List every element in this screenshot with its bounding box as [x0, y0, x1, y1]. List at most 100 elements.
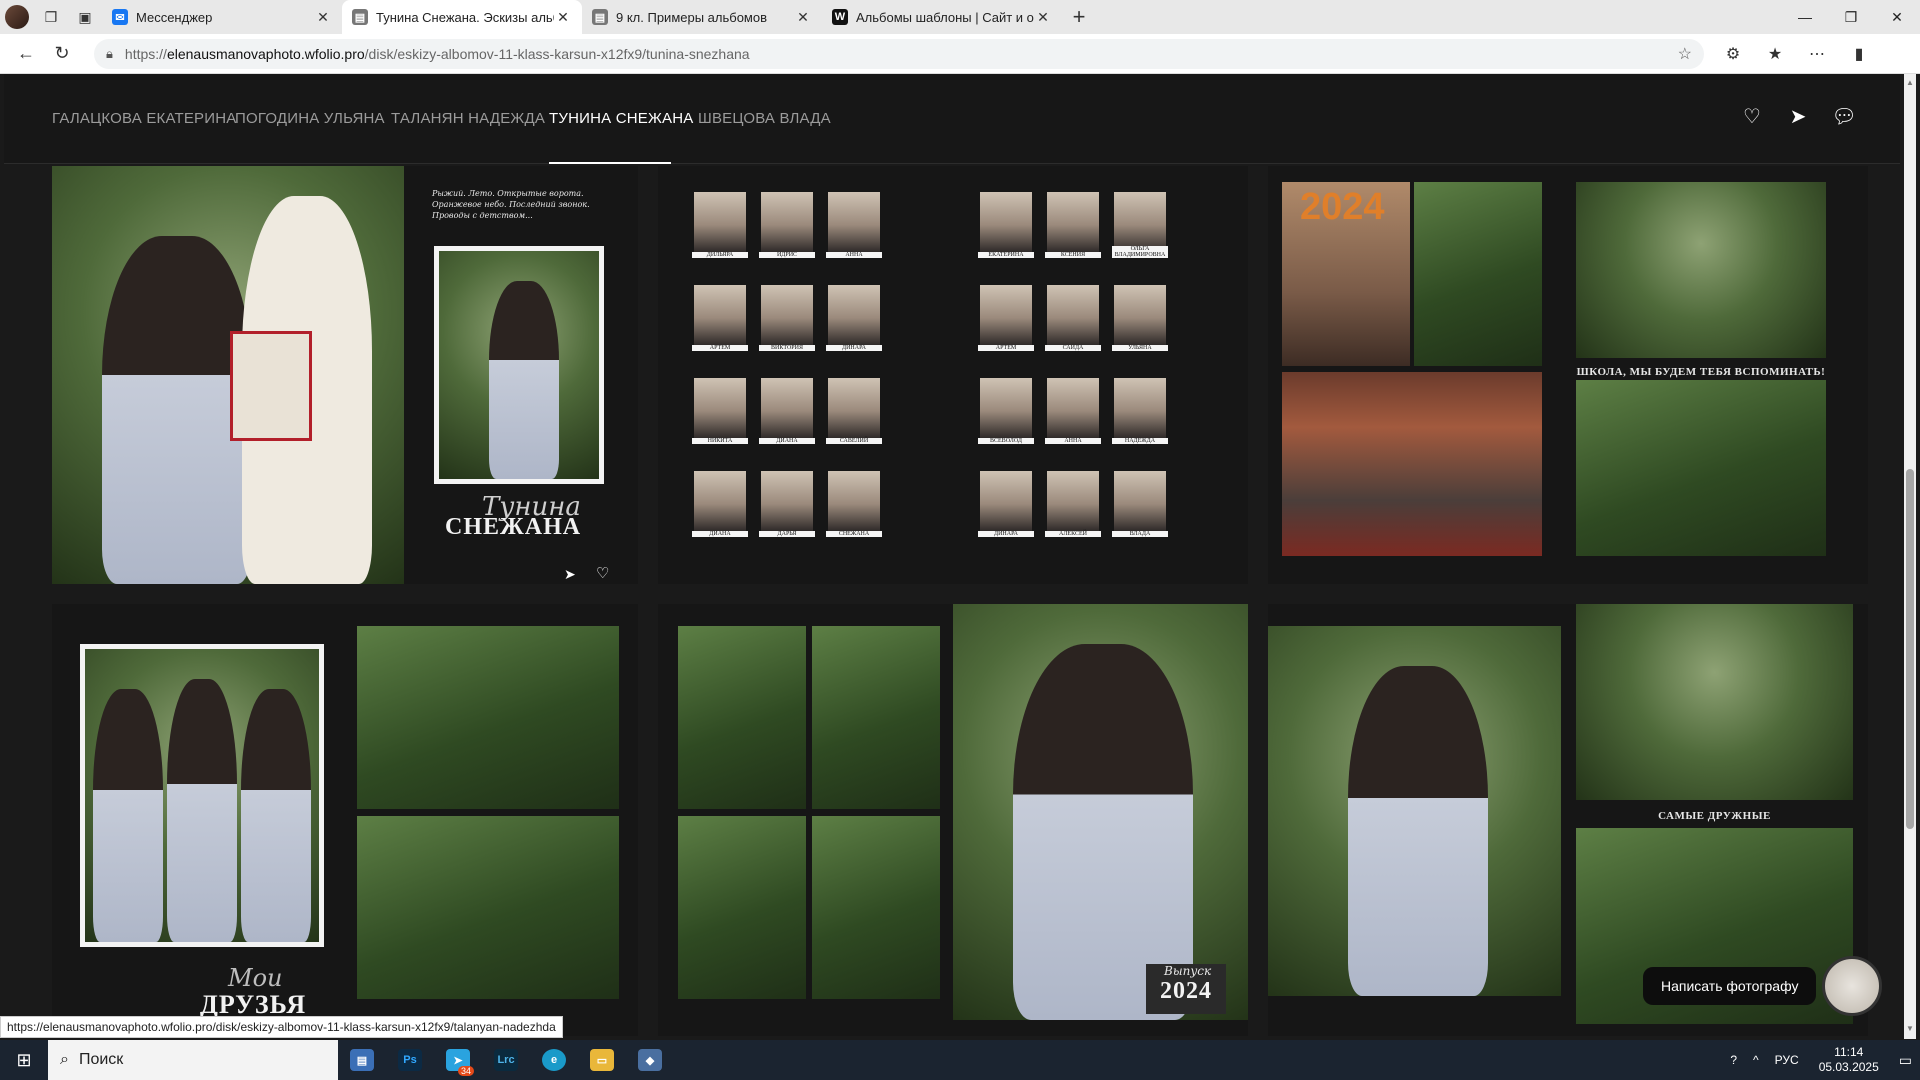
avatar: [5, 5, 29, 29]
student-name: КСЕНИЯ: [1045, 252, 1101, 258]
page-icon: ▤: [592, 9, 608, 25]
student-portrait: САВЕЛИЙ: [826, 378, 882, 444]
close-icon[interactable]: ✕: [1034, 9, 1052, 26]
student-portrait: АЛЕКСЕЙ: [1045, 471, 1101, 537]
tab-examples[interactable]: ▤ 9 кл. Примеры альбомов ✕: [582, 0, 822, 34]
student-name: ДИЛЬЯРА: [692, 252, 748, 258]
student-name: НАДЕЖДА: [1112, 438, 1168, 444]
help-icon[interactable]: ?: [1722, 1053, 1745, 1067]
photoshop-icon[interactable]: Ps: [386, 1040, 434, 1080]
w-logo-icon: W: [832, 9, 848, 25]
close-icon[interactable]: ✕: [314, 9, 332, 26]
student-portrait: ВИКТОРИЯ: [759, 285, 815, 351]
year-badge: Выпуск 2024: [1146, 964, 1226, 1014]
send-icon[interactable]: ➤: [1786, 104, 1810, 128]
new-tab-button[interactable]: +: [1062, 4, 1096, 30]
start-button[interactable]: ⊞: [0, 1040, 48, 1080]
certificate: [230, 331, 312, 441]
scroll-up-icon[interactable]: ▲: [1904, 78, 1916, 87]
student-name: АРТЕМ: [978, 345, 1034, 351]
tab-templates[interactable]: W Альбомы шаблоны | Сайт и облако ✕: [822, 0, 1062, 34]
more-menu-icon[interactable]: ⋯: [1796, 36, 1838, 72]
sidebar-icon[interactable]: ▮: [1838, 36, 1880, 72]
lock-icon: 🔒︎: [106, 45, 113, 61]
heart-icon[interactable]: ♡: [1740, 104, 1764, 128]
photo-teacher-girls: [1576, 380, 1826, 556]
student-portrait: САИДА: [1045, 285, 1101, 351]
friend-figure: [167, 679, 237, 942]
close-icon[interactable]: ✕: [554, 9, 572, 26]
page-scrollbar[interactable]: ▲ ▼: [1904, 74, 1916, 1039]
favorites-icon[interactable]: ★: [1754, 36, 1796, 72]
student-name: АРТЕМ: [692, 345, 748, 351]
nav-item-tunina[interactable]: ТУНИНА СНЕЖАНА: [549, 110, 693, 127]
tab-actions-icon[interactable]: ▣: [68, 0, 102, 34]
app-icon[interactable]: ◆: [626, 1040, 674, 1080]
files-app-icon[interactable]: ▤: [338, 1040, 386, 1080]
url-field[interactable]: 🔒︎ https://elenausmanovaphoto.wfolio.pro…: [94, 38, 1704, 69]
minimize-icon[interactable]: —: [1782, 0, 1828, 34]
restore-icon[interactable]: ❐: [1828, 0, 1874, 34]
nav-item-galatskova[interactable]: ГАЛАЦКОВА ЕКАТЕРИНА: [52, 110, 236, 127]
tab-strip: ❐ ▣ ✉ Мессенджер ✕ ▤ Тунина Снежана. Эск…: [0, 0, 1920, 34]
photo-mom-1: [678, 626, 806, 809]
student-portrait: АРТЕМ: [692, 285, 748, 351]
telegram-icon[interactable]: ➤ 34: [434, 1040, 482, 1080]
workspaces-icon[interactable]: ❐: [34, 0, 68, 34]
student-portrait: ДАРЬЯ: [759, 471, 815, 537]
student-portrait: НАДЕЖДА: [1112, 378, 1168, 444]
student-portrait: СНЕЖАНА: [826, 471, 882, 537]
album-spread-4[interactable]: Мои ДРУЗЬЯ: [52, 604, 638, 1036]
tab-title: Мессенджер: [136, 9, 213, 25]
album-spread-2[interactable]: ДИЛЬЯРА ИДРИС АННА АРТЕМ ВИКТОРИЯ ДИНАРА НИКИТ…: [658, 166, 1248, 584]
student-portrait: ВЛАДА: [1112, 471, 1168, 537]
profile-avatar[interactable]: [0, 0, 34, 34]
reload-icon[interactable]: ↻: [44, 36, 80, 72]
student-portrait: ЕКАТЕРИНА: [978, 192, 1034, 258]
taskbar-search[interactable]: ⌕ Поиск: [48, 1040, 338, 1080]
edge-icon[interactable]: e: [530, 1040, 578, 1080]
nav-item-shvetsova[interactable]: ШВЕЦОВА ВЛАДА: [698, 110, 831, 127]
album-spread-3[interactable]: 2024 ШКОЛА, МЫ БУДЕМ ТЕБЯ ВСПОМИНАТЬ!: [1268, 166, 1868, 584]
favorite-star-icon[interactable]: ☆: [1678, 44, 1692, 64]
year-script: Выпуск: [1164, 964, 1212, 978]
student-portrait: ДИНАРА: [826, 285, 882, 351]
close-window-icon[interactable]: ✕: [1874, 0, 1920, 34]
nav-item-pogodina[interactable]: ПОГОДИНА УЛЬЯНА: [235, 110, 385, 127]
page-content: ГАЛАЦКОВА ЕКАТЕРИНА ПОГОДИНА УЛЬЯНА ТАЛА…: [0, 74, 1920, 1039]
album-spread-1[interactable]: Рыжий. Лето. Открытые ворота. Оранжевое …: [52, 166, 638, 584]
lightroom-icon[interactable]: Lrc: [482, 1040, 530, 1080]
clock[interactable]: 11:14 05.03.2025: [1807, 1045, 1891, 1075]
scroll-thumb[interactable]: [1906, 469, 1914, 829]
tab-messenger[interactable]: ✉ Мессенджер ✕: [102, 0, 342, 34]
back-icon[interactable]: ←: [8, 36, 44, 72]
friend-figure: [241, 689, 311, 942]
photographer-avatar[interactable]: [1822, 956, 1882, 1016]
student-name: ДИНАРА: [978, 531, 1034, 537]
photo-friends-certificates: [1576, 604, 1853, 800]
share-icon[interactable]: ➤: [564, 566, 576, 583]
heart-icon[interactable]: ♡: [596, 564, 609, 582]
photo-graduate-certificate: [1268, 626, 1561, 996]
name-title: СНЕЖАНА: [445, 514, 582, 540]
album-spread-5[interactable]: Выпуск 2024: [658, 604, 1248, 1036]
student-name: ВСЕВОЛОД: [978, 438, 1034, 444]
tray-chevron-icon[interactable]: ^: [1745, 1053, 1767, 1067]
close-icon[interactable]: ✕: [794, 9, 812, 26]
nav-item-talanyan[interactable]: ТАЛАНЯН НАДЕЖДА: [391, 110, 545, 127]
photo-mom-2: [812, 626, 940, 809]
student-portrait: АРТЕМ: [978, 285, 1034, 351]
keyboard-lang[interactable]: РУС: [1767, 1053, 1807, 1067]
student-name: САВЕЛИЙ: [826, 438, 882, 444]
script-moi: Мои: [228, 964, 283, 992]
year-number: 2024: [1160, 978, 1212, 1004]
tab-tunina[interactable]: ▤ Тунина Снежана. Эскизы альбомов ✕: [342, 0, 582, 34]
active-tab-underline: [549, 162, 671, 164]
file-explorer-icon[interactable]: ▭: [578, 1040, 626, 1080]
chat-icon[interactable]: 💬︎: [1831, 104, 1856, 128]
scroll-down-icon[interactable]: ▼: [1904, 1024, 1916, 1033]
notifications-icon[interactable]: ▭: [1891, 1052, 1920, 1069]
student-name: ДИНАРА: [826, 345, 882, 351]
write-photographer-button[interactable]: Написать фотографу: [1643, 967, 1817, 1005]
extensions-icon[interactable]: ⚙: [1712, 36, 1754, 72]
